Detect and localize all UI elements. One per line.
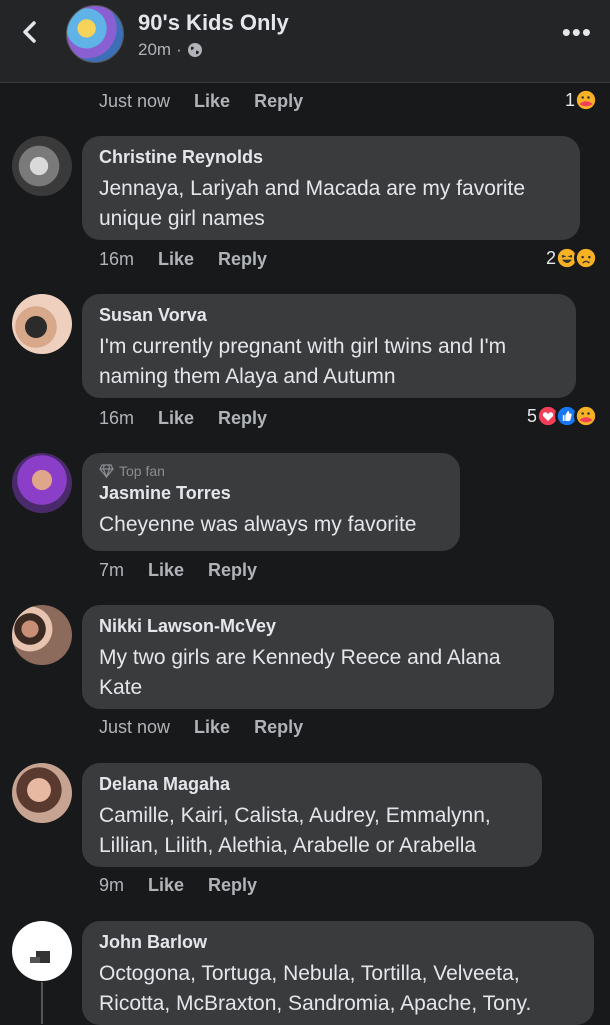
comment-text: Jennaya, Lariyah and Macada are my favor…	[99, 177, 526, 230]
avatar[interactable]	[12, 605, 72, 665]
like-link[interactable]: Like	[158, 249, 194, 270]
comment-author[interactable]: John Barlow	[99, 932, 577, 953]
comment-actions: 16m Like Reply	[99, 249, 267, 270]
more-options-icon[interactable]: •••	[562, 19, 592, 45]
comment-bubble: John Barlow Octogona, Tortuga, Nebula, T…	[82, 921, 594, 1025]
comment-author[interactable]: Susan Vorva	[99, 305, 559, 326]
post-time: 20m	[138, 40, 172, 59]
sad-icon	[574, 246, 598, 270]
comment-actions: 7m Like Reply	[99, 560, 257, 581]
reply-link[interactable]: Reply	[254, 717, 303, 738]
reply-thread-line	[41, 982, 43, 1024]
comment-time: 9m	[99, 875, 125, 895]
like-link[interactable]: Like	[158, 408, 194, 429]
comment-time: 16m	[99, 249, 135, 269]
globe-icon	[187, 43, 202, 57]
back-chevron-icon[interactable]	[16, 18, 44, 46]
avatar[interactable]	[12, 453, 72, 513]
comment-author[interactable]: Delana Magaha	[99, 774, 525, 795]
avatar[interactable]	[12, 294, 72, 354]
comment-time: 7m	[99, 560, 125, 580]
top-fan-badge: Top fan	[99, 463, 443, 479]
comment-time: Just now	[99, 717, 171, 737]
comment-bubble: Delana Magaha Camille, Kairi, Calista, A…	[82, 763, 542, 867]
meta-separator: ·	[176, 40, 182, 59]
care-icon	[574, 404, 598, 428]
post-meta: 20m ·	[138, 40, 203, 60]
reply-link[interactable]: Reply	[254, 91, 303, 112]
comment-time: Just now	[99, 91, 171, 111]
reply-link[interactable]: Reply	[218, 249, 267, 270]
comment-text: Octogona, Tortuga, Nebula, Tortilla, Vel…	[99, 962, 532, 1015]
reply-link[interactable]: Reply	[208, 560, 257, 581]
comment-author[interactable]: Nikki Lawson-McVey	[99, 616, 537, 637]
top-fan-label: Top fan	[119, 463, 165, 479]
reaction-summary[interactable]: 5	[527, 404, 598, 428]
comment-text: Camille, Kairi, Calista, Audrey, Emmalyn…	[99, 804, 491, 857]
comment-actions: Just now Like Reply	[99, 717, 303, 738]
comment-author[interactable]: Christine Reynolds	[99, 147, 563, 168]
comment-time: 16m	[99, 408, 135, 428]
like-link[interactable]: Like	[194, 91, 230, 112]
comment-bubble: Top fan Jasmine Torres Cheyenne was alwa…	[82, 453, 460, 551]
avatar[interactable]	[12, 763, 72, 823]
comment-bubble: Christine Reynolds Jennaya, Lariyah and …	[82, 136, 580, 240]
like-link[interactable]: Like	[194, 717, 230, 738]
like-link[interactable]: Like	[148, 875, 184, 896]
group-name[interactable]: 90's Kids Only	[138, 10, 289, 36]
reply-link[interactable]: Reply	[218, 408, 267, 429]
comment-actions: 16m Like Reply	[99, 408, 267, 429]
post-header: 90's Kids Only 20m · •••	[0, 0, 610, 83]
comment-actions: Just now Like Reply	[99, 91, 303, 112]
comment-text: I'm currently pregnant with girl twins a…	[99, 335, 507, 388]
comment-bubble: Nikki Lawson-McVey My two girls are Kenn…	[82, 605, 554, 709]
avatar[interactable]	[12, 136, 72, 196]
care-icon	[574, 88, 598, 112]
comment-author[interactable]: Jasmine Torres	[99, 483, 443, 504]
comment-bubble: Susan Vorva I'm currently pregnant with …	[82, 294, 576, 398]
reaction-summary[interactable]: 1	[565, 88, 598, 112]
like-link[interactable]: Like	[148, 560, 184, 581]
comment-text: My two girls are Kennedy Reece and Alana…	[99, 646, 501, 699]
comment-actions: 9m Like Reply	[99, 875, 257, 896]
reply-link[interactable]: Reply	[208, 875, 257, 896]
avatar-drawing	[30, 951, 50, 963]
group-avatar[interactable]	[66, 5, 124, 63]
comment-text: Cheyenne was always my favorite	[99, 513, 417, 536]
reaction-summary[interactable]: 2	[546, 246, 598, 270]
diamond-icon	[99, 464, 114, 478]
avatar[interactable]	[12, 921, 72, 981]
